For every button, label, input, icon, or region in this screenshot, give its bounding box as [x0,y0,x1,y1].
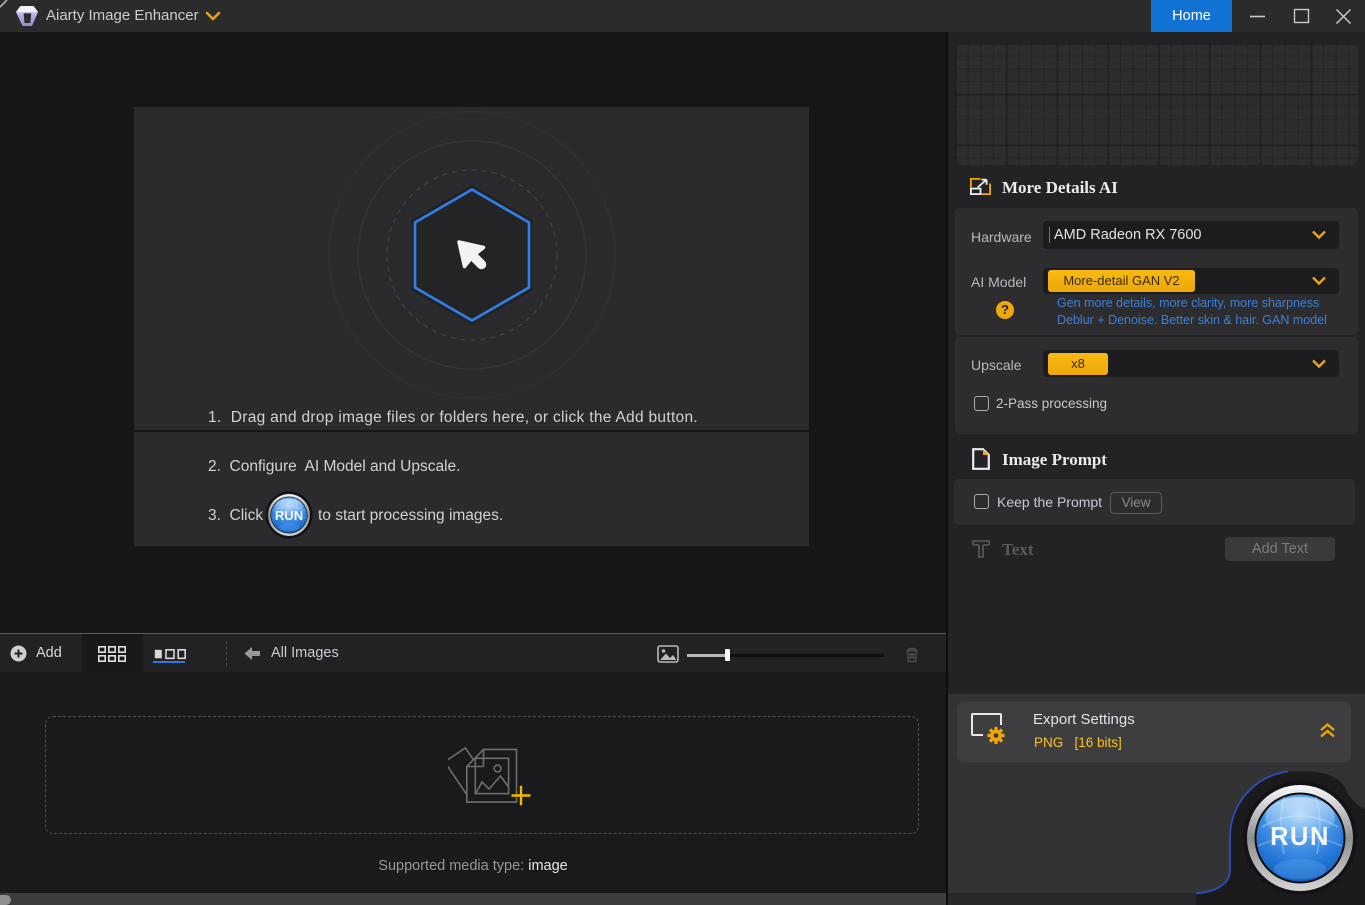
svg-text:RUN: RUN [1270,823,1330,851]
svg-text:RUN: RUN [275,508,303,523]
